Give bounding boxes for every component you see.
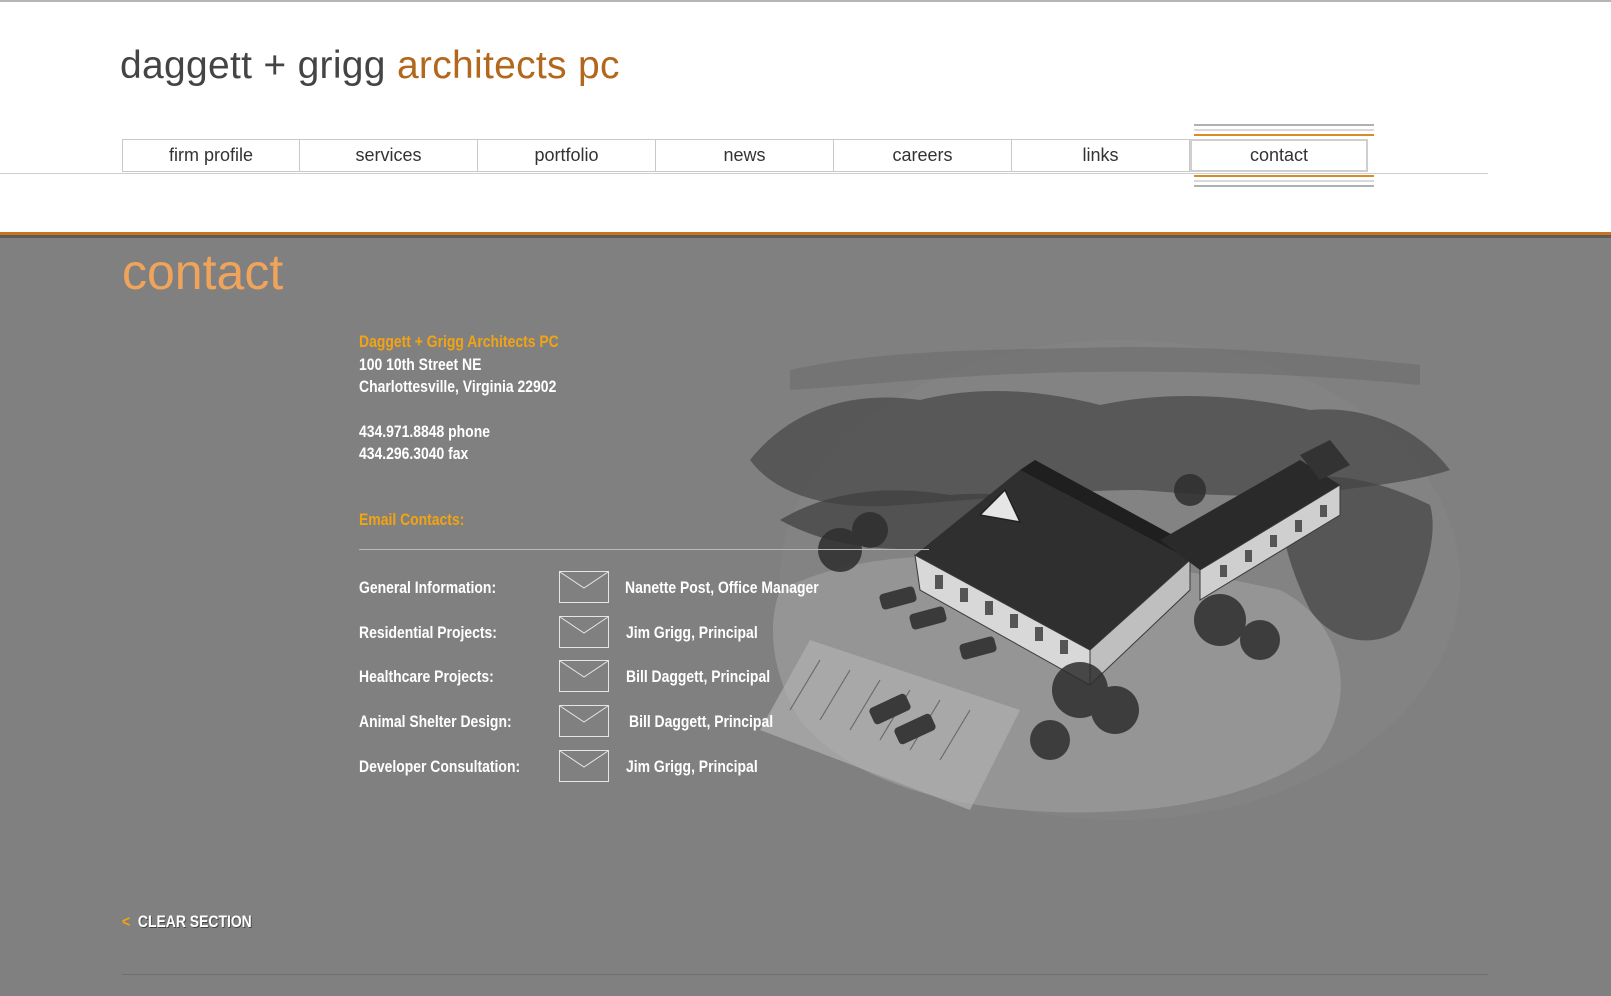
site-logo[interactable]: daggett + grigg architects pc — [120, 44, 620, 88]
contact-label: Residential Projects: — [359, 623, 497, 642]
fax-number: 434.296.3040 fax — [359, 444, 469, 463]
content-area: contact Daggett + Grigg Architects PC 10… — [0, 238, 1611, 996]
envelope-icon[interactable] — [559, 750, 609, 782]
phone-number: 434.971.8848 phone — [359, 421, 490, 441]
nav-services[interactable]: services — [300, 139, 478, 172]
clear-section-label: CLEAR SECTION — [137, 912, 252, 931]
logo-accent-text: architects pc — [396, 44, 620, 87]
contact-label: Healthcare Projects: — [359, 667, 494, 686]
firm-name: Daggett + Grigg Architects PC — [359, 332, 559, 351]
nav-careers[interactable]: careers — [834, 139, 1012, 172]
contact-person-link[interactable]: Bill Daggett, Principal — [626, 667, 770, 687]
contact-person-link[interactable]: Jim Grigg, Principal — [626, 623, 758, 643]
address-city: Charlottesville, Virginia 22902 — [359, 377, 557, 396]
back-arrow-icon: < — [122, 912, 131, 931]
email-contacts-heading: Email Contacts: — [359, 510, 465, 529]
clear-section-link[interactable]: < CLEAR SECTION — [122, 912, 252, 932]
email-divider — [359, 549, 929, 550]
nav-firm-profile[interactable]: firm profile — [122, 139, 300, 172]
contact-person-link[interactable]: Nanette Post, Office Manager — [625, 578, 819, 598]
contact-label: Developer Consultation: — [359, 757, 521, 776]
main-nav: firm profile services portfolio news car… — [122, 139, 1368, 172]
nav-baseline — [0, 173, 1488, 174]
footer-divider — [122, 974, 1488, 975]
contact-person-link[interactable]: Bill Daggett, Principal — [629, 712, 773, 732]
envelope-icon[interactable] — [559, 660, 609, 692]
logo-main-text: daggett + grigg — [120, 44, 397, 87]
address-street: 100 10th Street NE — [359, 354, 482, 374]
contact-label: Animal Shelter Design: — [359, 712, 512, 731]
active-tab-bottom-decoration — [1194, 175, 1374, 190]
active-tab-top-decoration — [1194, 124, 1374, 139]
contact-person-link[interactable]: Jim Grigg, Principal — [626, 757, 758, 777]
page-title: contact — [122, 244, 284, 300]
envelope-icon[interactable] — [559, 705, 609, 737]
nav-portfolio[interactable]: portfolio — [478, 139, 656, 172]
nav-news[interactable]: news — [656, 139, 834, 172]
contact-label: General Information: — [359, 578, 497, 597]
envelope-icon[interactable] — [559, 571, 609, 603]
address-block: Daggett + Grigg Architects PC 100 10th S… — [359, 331, 559, 466]
nav-contact[interactable]: contact — [1190, 139, 1368, 172]
building-sketch-illustration — [750, 340, 1460, 820]
envelope-icon[interactable] — [559, 616, 609, 648]
top-border — [0, 0, 1611, 2]
nav-links[interactable]: links — [1012, 139, 1190, 172]
